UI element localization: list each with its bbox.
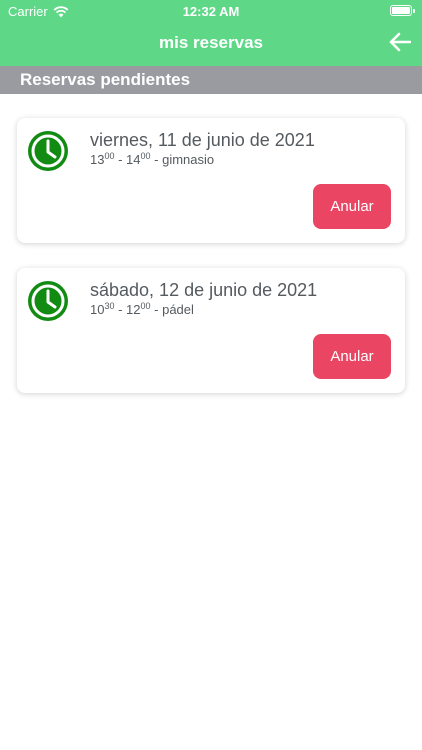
cancel-button[interactable]: Anular xyxy=(313,334,391,379)
page-title: mis reservas xyxy=(159,33,263,52)
clock-icon xyxy=(28,281,68,321)
reservation-time: 1300 - 1400 - gimnasio xyxy=(90,151,215,167)
back-button[interactable] xyxy=(388,30,412,54)
reservation-card: sábado, 12 de junio de 2021 1030 - 1200 … xyxy=(17,268,405,393)
status-time: 12:32 AM xyxy=(182,4,240,19)
status-bar: Carrier 12:32 AM xyxy=(0,0,422,22)
cancel-button[interactable]: Anular xyxy=(313,184,391,229)
reservation-time: 1030 - 1200 - pádel xyxy=(90,301,194,317)
section-header: Reservas pendientes xyxy=(0,66,422,94)
section-title: Reservas pendientes xyxy=(20,70,191,89)
battery-icon xyxy=(390,5,415,16)
reservation-date: viernes, 11 de junio de 2021 xyxy=(90,130,315,150)
reservation-date: sábado, 12 de junio de 2021 xyxy=(90,280,318,300)
arrow-left-icon xyxy=(389,32,411,52)
reservation-card: viernes, 11 de junio de 2021 1300 - 1400… xyxy=(17,118,405,243)
app-header: Carrier 12:32 AM mis reservas xyxy=(0,0,422,66)
clock-icon xyxy=(28,131,68,171)
